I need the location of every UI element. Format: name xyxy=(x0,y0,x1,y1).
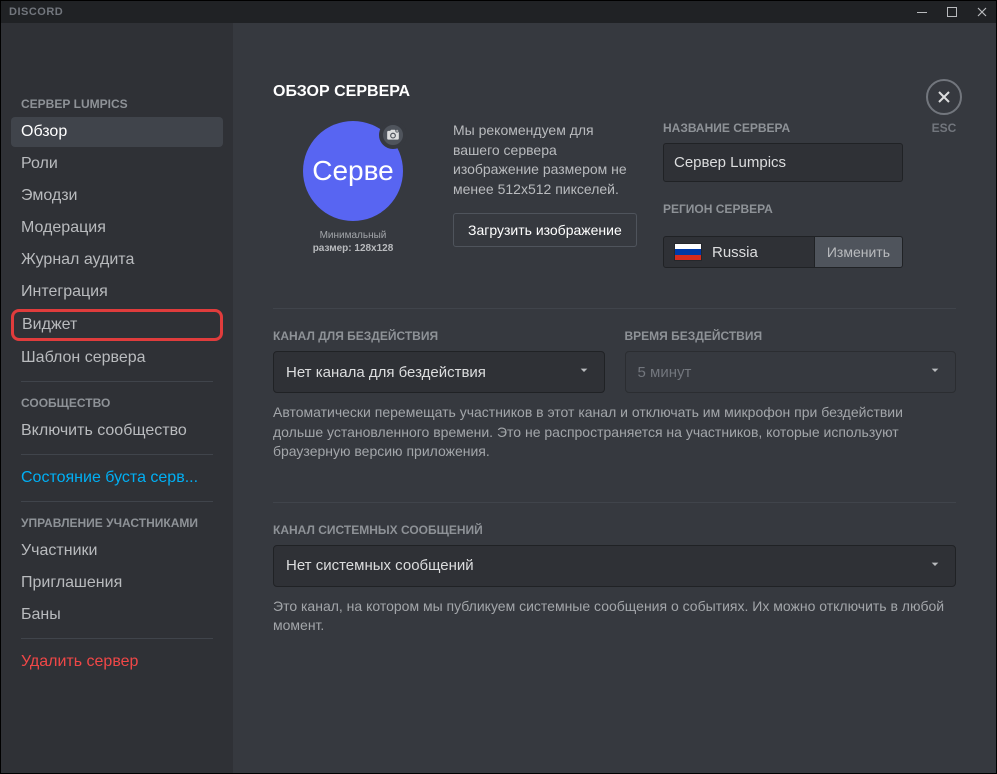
sidebar-item-server-template[interactable]: Шаблон сервера xyxy=(11,343,223,373)
maximize-button[interactable] xyxy=(946,6,958,18)
server-region-label: РЕГИОН СЕРВЕРА xyxy=(663,202,956,216)
sidebar-item-boost-status[interactable]: Состояние буста серв... xyxy=(11,463,223,493)
chevron-down-icon xyxy=(927,556,943,576)
server-avatar-uploader[interactable]: Серве xyxy=(303,121,403,221)
divider xyxy=(21,501,213,502)
divider xyxy=(273,502,956,503)
sidebar-item-integrations[interactable]: Интеграция xyxy=(11,277,223,307)
sidebar-item-widget[interactable]: Виджет xyxy=(11,309,223,341)
divider xyxy=(21,381,213,382)
close-icon xyxy=(936,89,952,105)
sidebar-item-bans[interactable]: Баны xyxy=(11,600,223,630)
close-settings-button[interactable] xyxy=(926,79,962,115)
sidebar-header-members: УПРАВЛЕНИЕ УЧАСТНИКАМИ xyxy=(11,510,223,536)
system-help-text: Это канал, на котором мы публикуем систе… xyxy=(273,597,956,636)
sidebar-item-overview[interactable]: Обзор xyxy=(11,117,223,147)
chevron-down-icon xyxy=(927,362,943,382)
sidebar-item-members[interactable]: Участники xyxy=(11,536,223,566)
upload-image-icon xyxy=(379,121,407,149)
app-title: DISCORD xyxy=(9,6,63,18)
server-region-display: Russia xyxy=(663,236,815,268)
avatar-recommendation-text: Мы рекомендуем для вашего сервера изобра… xyxy=(453,121,643,199)
sidebar-item-enable-community[interactable]: Включить сообщество xyxy=(11,416,223,446)
server-name-label: НАЗВАНИЕ СЕРВЕРА xyxy=(663,121,956,135)
afk-channel-label: КАНАЛ ДЛЯ БЕЗДЕЙСТВИЯ xyxy=(273,329,605,343)
sidebar-item-emoji[interactable]: Эмодзи xyxy=(11,181,223,211)
divider xyxy=(21,454,213,455)
chevron-down-icon xyxy=(576,362,592,382)
divider xyxy=(21,638,213,639)
change-region-button[interactable]: Изменить xyxy=(815,236,903,268)
sidebar-item-moderation[interactable]: Модерация xyxy=(11,213,223,243)
settings-sidebar: СЕРВЕР LUMPICS Обзор Роли Эмодзи Модерац… xyxy=(1,23,233,773)
system-channel-select[interactable]: Нет системных сообщений xyxy=(273,545,956,587)
close-window-button[interactable] xyxy=(976,6,988,18)
avatar-size-hint: Минимальный размер: 128x128 xyxy=(273,229,433,255)
sidebar-item-roles[interactable]: Роли xyxy=(11,149,223,179)
afk-help-text: Автоматически перемещать участников в эт… xyxy=(273,403,956,462)
afk-timeout-label: ВРЕМЯ БЕЗДЕЙСТВИЯ xyxy=(625,329,957,343)
divider xyxy=(273,308,956,309)
sidebar-item-audit-log[interactable]: Журнал аудита xyxy=(11,245,223,275)
sidebar-item-invites[interactable]: Приглашения xyxy=(11,568,223,598)
afk-channel-select[interactable]: Нет канала для бездействия xyxy=(273,351,605,393)
sidebar-header-community: СООБЩЕСТВО xyxy=(11,390,223,416)
sidebar-header-server: СЕРВЕР LUMPICS xyxy=(11,91,223,117)
system-channel-label: КАНАЛ СИСТЕМНЫХ СООБЩЕНИЙ xyxy=(273,523,956,537)
minimize-button[interactable] xyxy=(916,6,928,18)
esc-label: ESC xyxy=(926,121,962,135)
page-title: ОБЗОР СЕРВЕРА xyxy=(273,83,956,101)
main-content: ESC ОБЗОР СЕРВЕРА Серве Минимальный разм… xyxy=(233,23,996,773)
afk-timeout-select[interactable]: 5 минут xyxy=(625,351,957,393)
flag-russia-icon xyxy=(674,243,702,261)
titlebar: DISCORD xyxy=(1,1,996,23)
sidebar-item-delete-server[interactable]: Удалить сервер xyxy=(11,647,223,677)
upload-image-button[interactable]: Загрузить изображение xyxy=(453,213,637,247)
server-name-input[interactable] xyxy=(663,143,903,182)
